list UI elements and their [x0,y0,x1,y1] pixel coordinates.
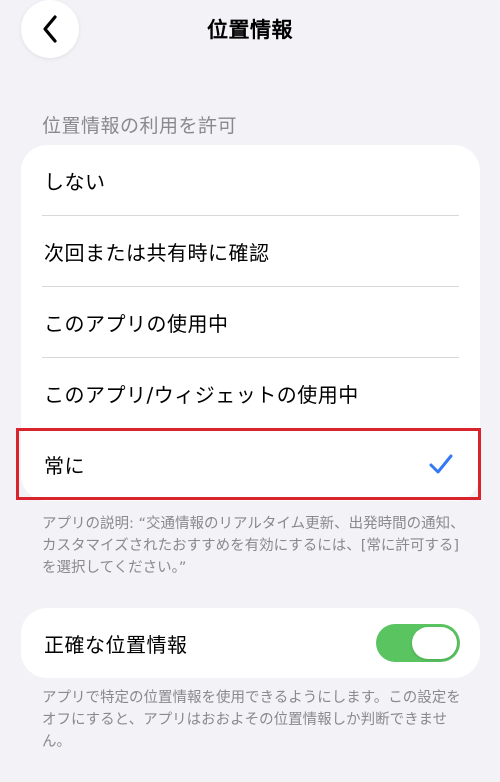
location-permission-options: しない 次回または共有時に確認 このアプリの使用中 このアプリ/ウィジェットの使… [21,145,480,501]
option-label: 次回または共有時に確認 [44,240,270,265]
option-never[interactable]: しない [21,145,480,215]
precise-location-description: アプリで特定の位置情報を使用できるようにします。この設定をオフにすると、アプリは… [42,690,461,750]
page-title: 位置情報 [207,18,293,42]
precise-location-label: 正確な位置情報 [44,632,188,657]
precise-location-row: 正確な位置情報 [21,608,480,678]
option-label: しない [44,169,106,194]
checkmark-icon [429,454,453,474]
option-always[interactable]: 常に [21,429,480,499]
precise-location-card: 正確な位置情報 [21,608,480,678]
option-label: 常に [44,453,85,478]
option-while-using-app-or-widgets[interactable]: このアプリ/ウィジェットの使用中 [21,358,480,428]
section-header-allow-location: 位置情報の利用を許可 [42,115,238,137]
option-while-using-app[interactable]: このアプリの使用中 [21,287,480,357]
app-description: アプリの説明: “交通情報のリアルタイム更新、出発時間の通知、カスタマイズされた… [42,516,465,576]
precise-location-toggle[interactable] [376,624,460,662]
navigation-bar: 位置情報 [0,0,500,60]
option-label: このアプリ/ウィジェットの使用中 [44,382,359,407]
toggle-knob [412,627,457,659]
option-ask-next-time[interactable]: 次回または共有時に確認 [21,216,480,286]
option-label: このアプリの使用中 [44,311,229,336]
